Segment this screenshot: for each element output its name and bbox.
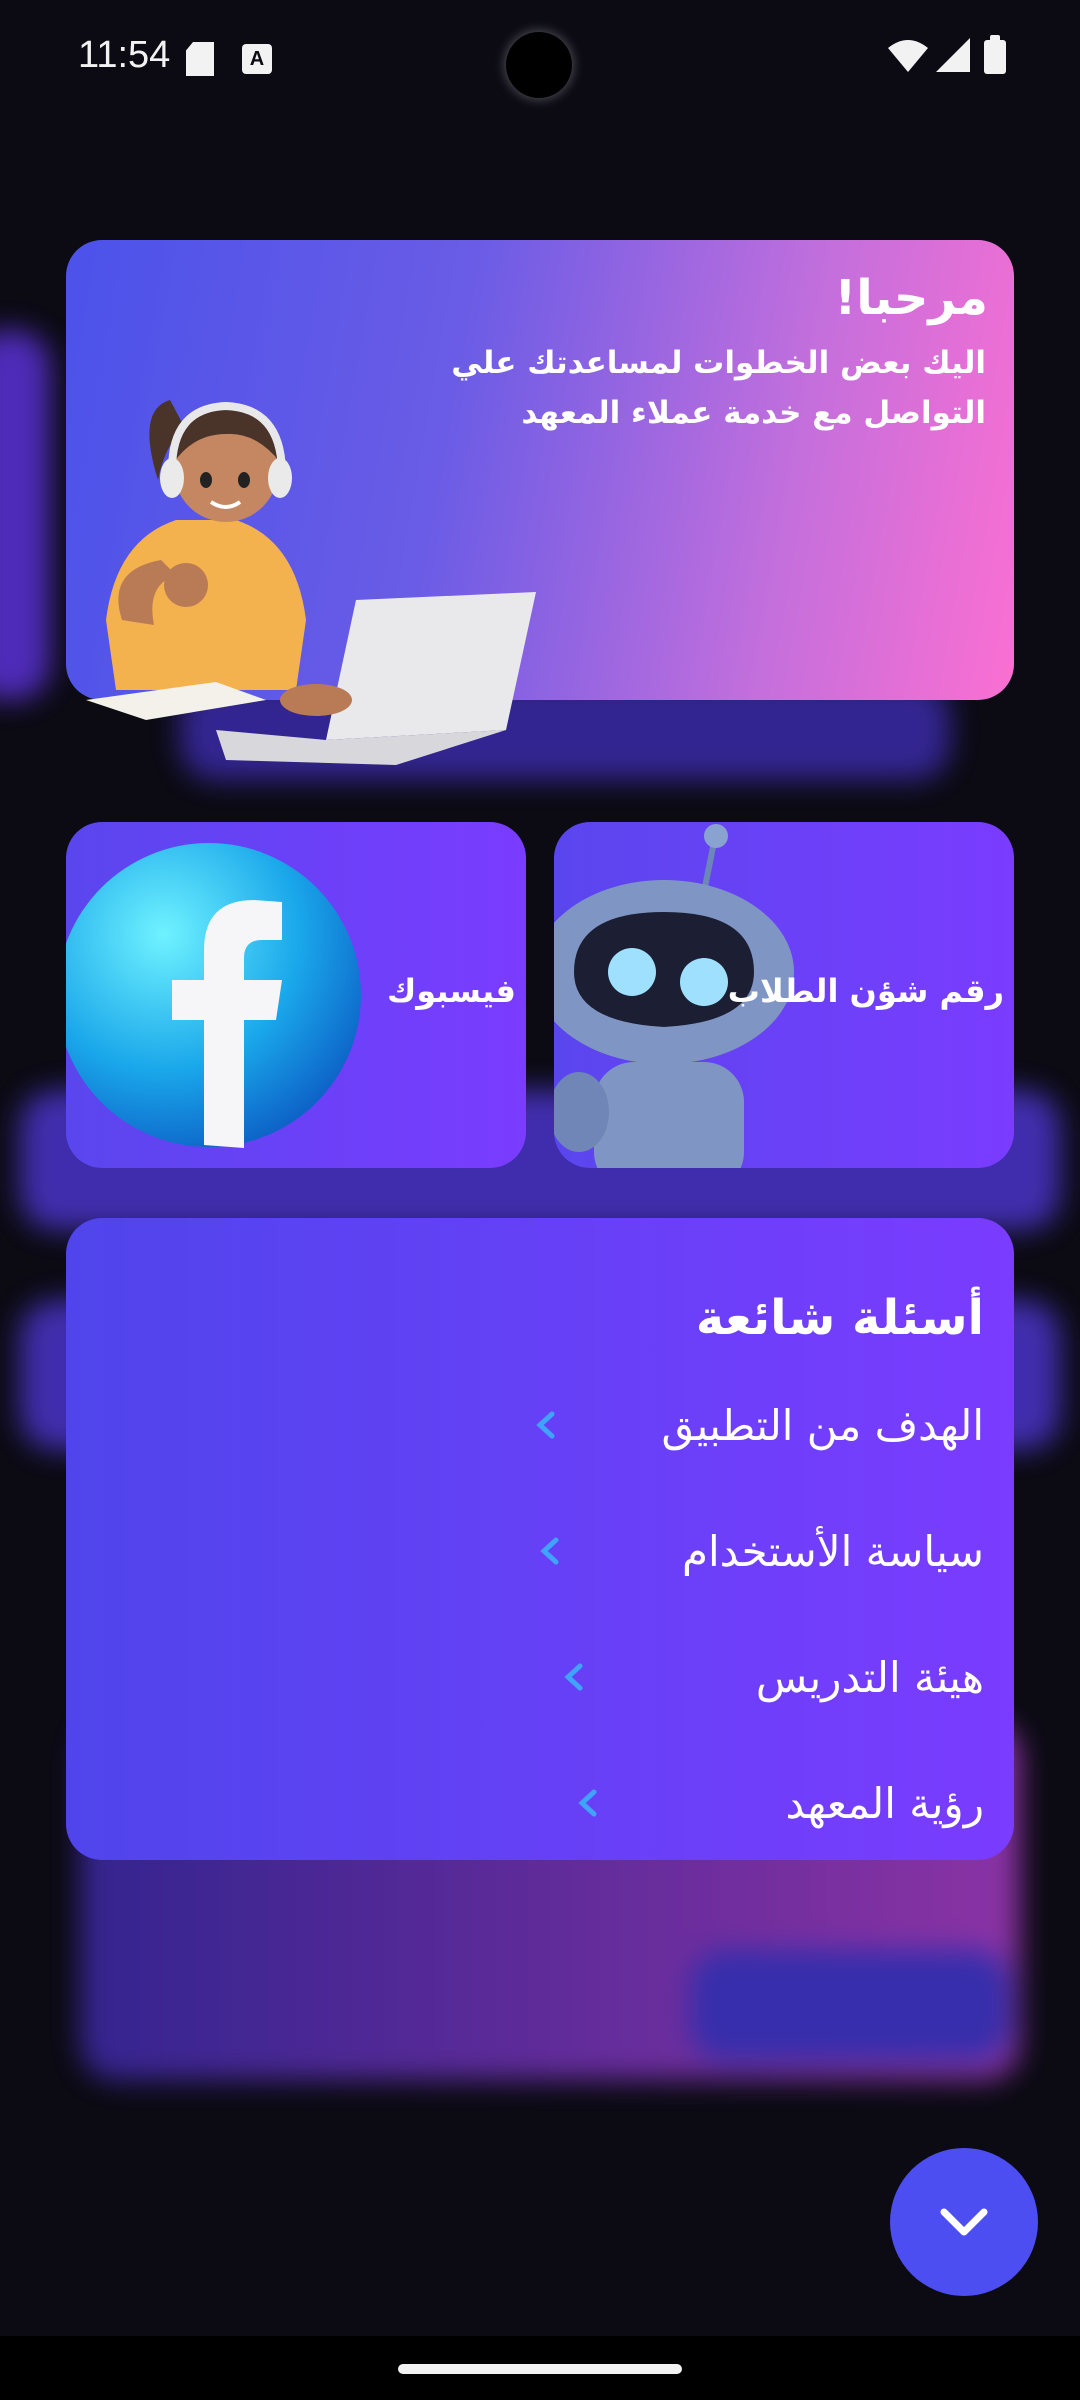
chevron-left-icon[interactable]	[532, 1410, 562, 1440]
home-gesture-handle[interactable]	[398, 2364, 682, 2374]
battery-icon	[984, 35, 1006, 74]
faq-item-usage-policy[interactable]: سياسة الأستخدام	[682, 1516, 984, 1586]
collapse-button[interactable]	[890, 2148, 1038, 2296]
faq-item-label: الهدف من التطبيق	[661, 1400, 984, 1450]
facebook-card[interactable]: فيسبوك	[66, 822, 526, 1168]
welcome-title: مرحبا!	[834, 270, 988, 326]
chevron-left-icon[interactable]	[574, 1788, 604, 1818]
faq-title: أسئلة شائعة	[695, 1290, 984, 1346]
status-bar: 11:54 A	[0, 0, 1080, 120]
faq-card: أسئلة شائعة الهدف من التطبيق سياسة الأست…	[66, 1218, 1014, 1860]
faq-item-label: هيئة التدريس	[755, 1652, 984, 1702]
chevron-down-icon	[940, 2208, 988, 2236]
chevron-left-icon[interactable]	[536, 1536, 566, 1566]
status-time: 11:54	[78, 34, 171, 76]
faq-item-label: سياسة الأستخدام	[681, 1526, 984, 1576]
faq-item-institute-vision[interactable]: رؤية المعهد	[785, 1768, 984, 1838]
student-affairs-label: رقم شؤن الطلاب	[727, 972, 1004, 1010]
front-camera	[506, 32, 572, 98]
student-affairs-card[interactable]: رقم شؤن الطلاب	[554, 822, 1014, 1168]
chevron-left-icon[interactable]	[560, 1662, 590, 1692]
facebook-label: فيسبوك	[386, 972, 516, 1010]
faq-item-teaching-staff[interactable]: هيئة التدريس	[756, 1642, 984, 1712]
sd-card-icon	[186, 42, 214, 76]
wifi-icon	[888, 40, 928, 72]
facebook-logo-icon	[66, 843, 361, 1148]
faq-item-app-purpose[interactable]: الهدف من التطبيق	[661, 1390, 984, 1460]
support-agent-illustration	[86, 400, 536, 765]
faq-item-label: رؤية المعهد	[785, 1778, 984, 1828]
keyboard-a-icon: A	[242, 44, 272, 74]
signal-icon	[936, 38, 970, 72]
